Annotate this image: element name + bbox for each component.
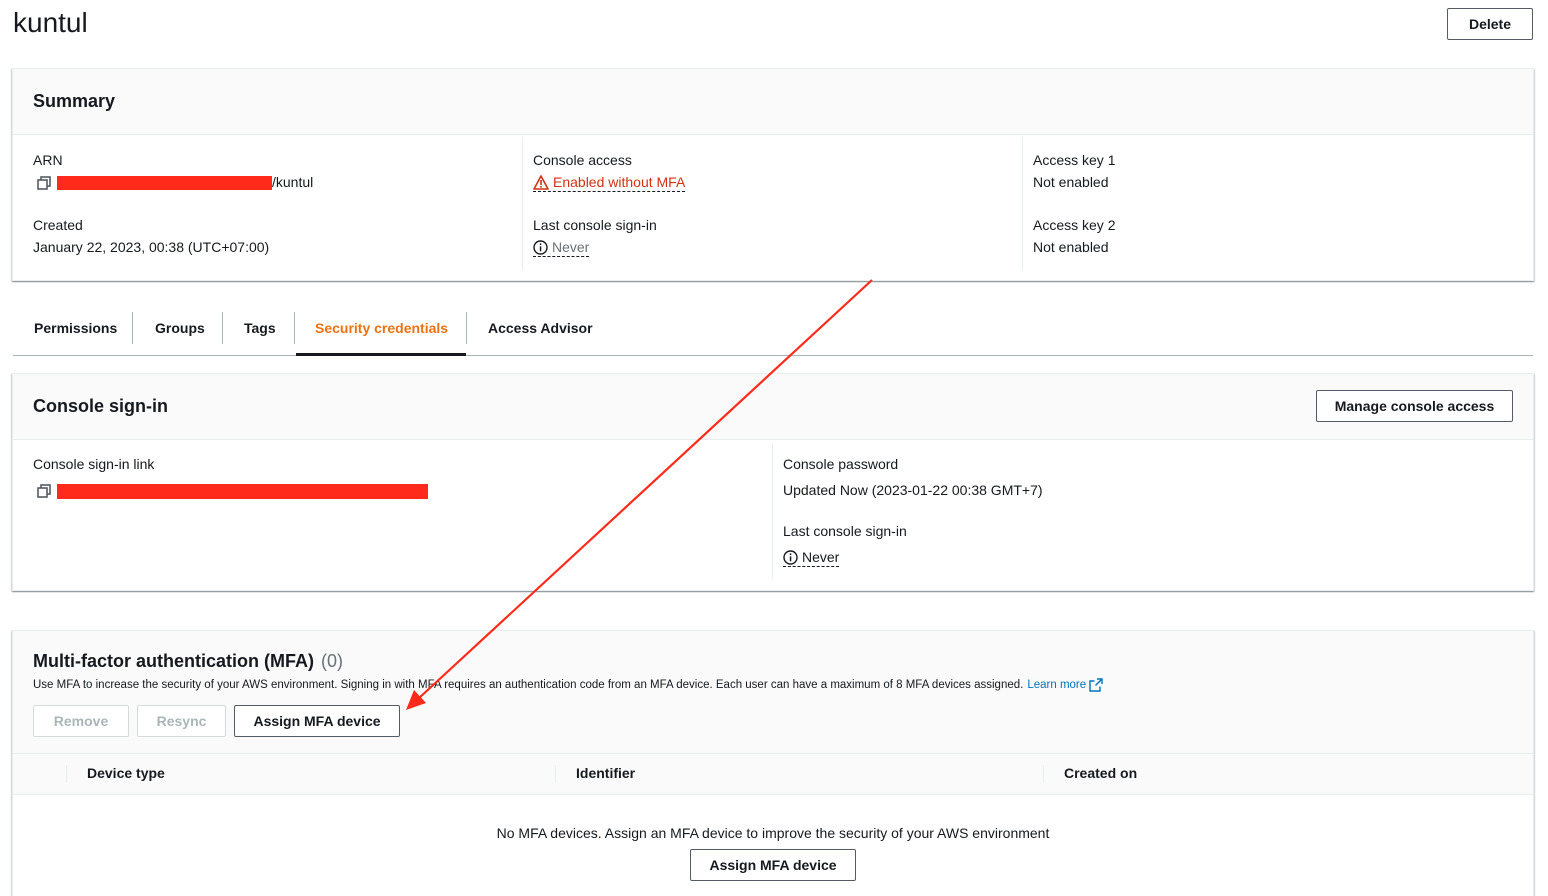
annotation-arrow xyxy=(406,279,873,710)
